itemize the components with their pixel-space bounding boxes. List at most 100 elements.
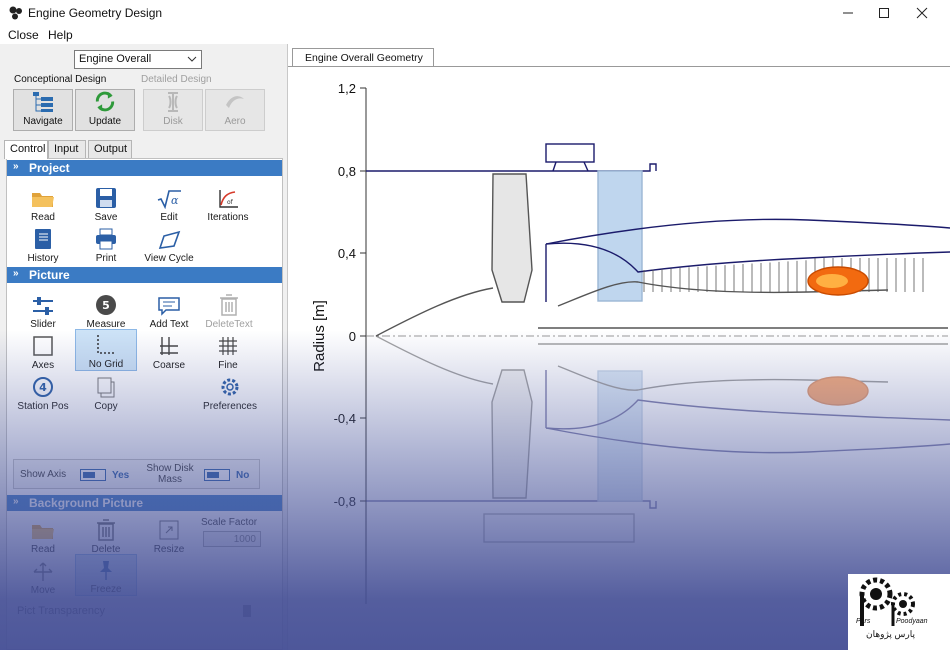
refresh-icon xyxy=(95,91,115,112)
engine-cross-section xyxy=(366,143,950,543)
scale-factor-label: Scale Factor xyxy=(201,517,258,528)
save-button[interactable]: Save xyxy=(77,183,135,223)
cycle-icon xyxy=(158,230,181,249)
aero-button[interactable]: Aero xyxy=(205,89,265,131)
add-text-button[interactable]: Add Text xyxy=(140,290,198,330)
preferences-button[interactable]: Preferences xyxy=(199,372,261,412)
mount-box xyxy=(545,143,595,163)
tab-control[interactable]: Control xyxy=(4,140,48,159)
disk-button[interactable]: Disk xyxy=(143,89,203,131)
history-button[interactable]: History xyxy=(14,224,72,264)
transparency-slider-handle[interactable] xyxy=(243,605,251,617)
history-label: History xyxy=(27,253,59,264)
nacelle-top xyxy=(460,163,657,172)
no-grid-icon xyxy=(97,335,116,354)
bg-move-button[interactable]: Move xyxy=(14,556,72,596)
preferences-label: Preferences xyxy=(203,401,257,412)
logo-text-poodyaan: Poodyaan xyxy=(896,618,928,625)
engine-lower-half xyxy=(366,335,950,543)
axes-label: Axes xyxy=(31,360,55,371)
delete-text-label: DeleteText xyxy=(205,319,253,330)
show-disk-mass-toggle[interactable] xyxy=(204,469,230,481)
print-button[interactable]: Print xyxy=(77,224,135,264)
window-title: Engine Geometry Design xyxy=(28,6,163,20)
gear-icon xyxy=(221,378,239,396)
tab-output[interactable]: Output xyxy=(88,140,132,158)
no-grid-button[interactable]: No Grid xyxy=(75,329,137,371)
scale-factor-input[interactable]: 1000 xyxy=(203,531,261,547)
app-logo-icon xyxy=(9,6,22,20)
comment-icon xyxy=(158,297,180,316)
tab-input[interactable]: Input xyxy=(48,140,86,158)
compressor-blades-upper xyxy=(643,258,924,292)
iterations-button[interactable]: of Iterations xyxy=(199,183,257,223)
section-header-project[interactable]: » Project xyxy=(7,160,282,176)
menu-close[interactable]: Close xyxy=(8,28,39,42)
geometry-plot[interactable]: 1,2 0,8 0,4 0 -0,4 -0,8 Radius [m] xyxy=(288,44,950,650)
minimize-icon xyxy=(843,12,853,14)
tab-input-label: Input xyxy=(54,143,79,155)
close-window-button[interactable] xyxy=(904,0,940,26)
iterations-icon: of xyxy=(219,190,238,208)
title-bar: Engine Geometry Design xyxy=(0,0,950,26)
edit-button[interactable]: α Edit xyxy=(140,183,198,223)
bg-read-button[interactable]: Read xyxy=(14,515,72,555)
sqrt-icon: α xyxy=(157,190,181,209)
read-button[interactable]: Read xyxy=(14,183,72,223)
copy-icon xyxy=(97,377,115,398)
axes-button[interactable]: Axes xyxy=(14,331,72,371)
disk-icon xyxy=(168,92,178,112)
navigate-button[interactable]: Navigate xyxy=(13,89,73,131)
section-header-picture[interactable]: » Picture xyxy=(7,267,282,283)
edit-label: Edit xyxy=(160,212,178,223)
minimize-button[interactable] xyxy=(830,0,866,26)
view-select[interactable]: Engine Overall xyxy=(74,50,202,69)
slider-label: Slider xyxy=(30,319,56,330)
svg-text:of: of xyxy=(227,199,234,206)
fine-grid-button[interactable]: Fine xyxy=(199,331,257,371)
y-tick-label: -0,4 xyxy=(334,411,356,426)
bg-freeze-label: Freeze xyxy=(90,584,122,595)
bg-delete-button[interactable]: Delete xyxy=(77,515,135,555)
update-label: Update xyxy=(88,116,122,127)
flame-core xyxy=(816,274,848,288)
section-project-title: Project xyxy=(29,161,70,175)
blade-icon xyxy=(226,96,244,108)
section-header-background[interactable]: » Background Picture xyxy=(7,495,282,511)
view-cycle-button[interactable]: View Cycle xyxy=(140,224,198,264)
save-label: Save xyxy=(94,212,118,223)
slider-button[interactable]: Slider xyxy=(14,290,72,330)
read-label: Read xyxy=(31,212,55,223)
inlet-cone-upper xyxy=(375,287,494,337)
maximize-button[interactable] xyxy=(866,0,902,26)
coarse-grid-label: Coarse xyxy=(152,360,186,371)
y-ticks: 1,2 0,8 0,4 0 -0,4 -0,8 xyxy=(334,81,366,509)
delete-text-button[interactable]: DeleteText xyxy=(199,290,259,330)
bg-move-label: Move xyxy=(30,585,56,596)
show-disk-mass-label: Show Disk Mass xyxy=(146,463,194,485)
tab-control-label: Control xyxy=(10,143,46,155)
svg-text:α: α xyxy=(171,194,179,207)
show-axis-toggle[interactable] xyxy=(80,469,106,481)
toggle-knob xyxy=(207,472,219,478)
update-button[interactable]: Update xyxy=(75,89,135,131)
no-grid-label: No Grid xyxy=(88,359,124,370)
chevron-down-icon xyxy=(187,56,197,62)
move-icon xyxy=(33,562,53,581)
menu-help[interactable]: Help xyxy=(48,28,73,42)
bg-freeze-button[interactable]: Freeze xyxy=(75,554,137,596)
section-background-title: Background Picture xyxy=(29,496,144,510)
coarse-grid-button[interactable]: Coarse xyxy=(140,331,198,371)
station-pos-button[interactable]: 4 Station Pos xyxy=(14,372,72,412)
bg-resize-button[interactable]: Resize xyxy=(140,515,198,555)
copy-button[interactable]: Copy xyxy=(77,372,135,412)
control-panel: » Project Read Save α Edit of Iterations… xyxy=(6,158,283,650)
document-area: Engine Overall Geometry 1,2 0,8 0,4 0 -0,4 -0… xyxy=(288,44,950,650)
iterations-label: Iterations xyxy=(207,212,249,223)
y-tick-label: 0 xyxy=(349,329,356,344)
resize-icon xyxy=(159,520,179,540)
navigate-icon xyxy=(33,92,53,112)
left-panel: Engine Overall Conceptional Design Detai… xyxy=(0,44,288,650)
folder-icon xyxy=(32,193,54,207)
measure-button[interactable]: 5 Measure xyxy=(77,290,135,330)
